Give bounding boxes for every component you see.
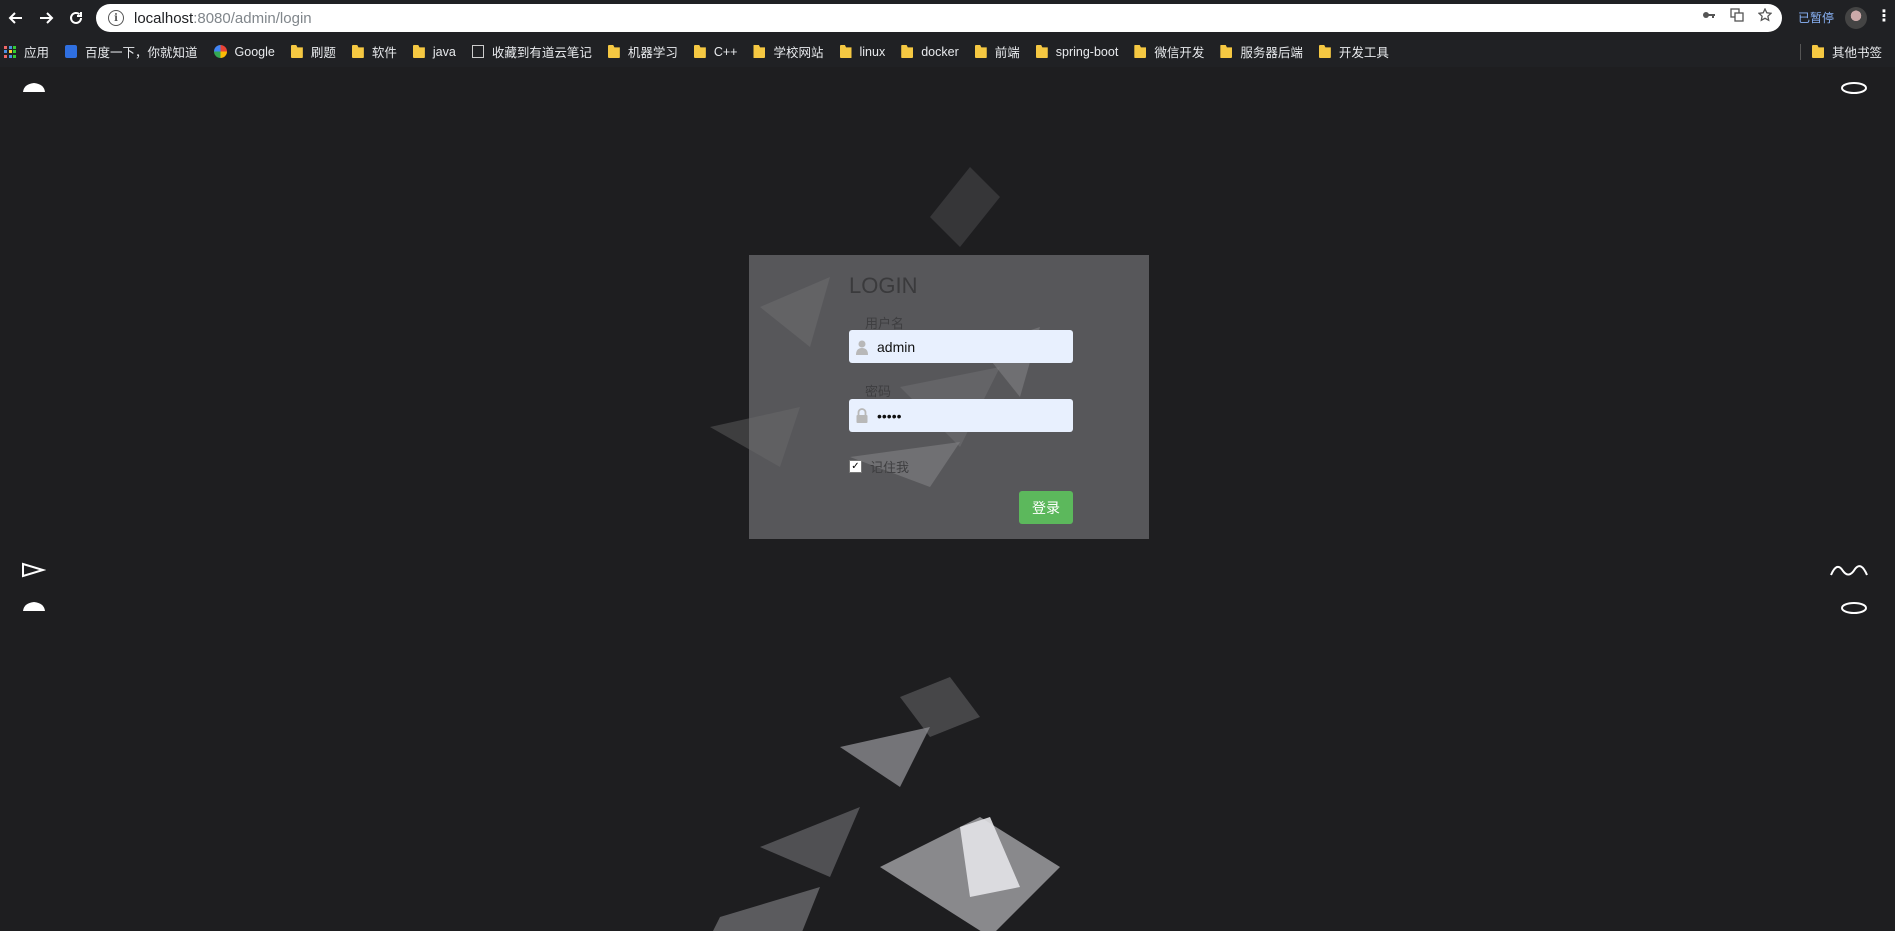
bookmark-label: 微信开发 — [1154, 46, 1205, 60]
bookmarks-divider — [1800, 44, 1801, 60]
page-background: LOGIN 用户名 admin 密码 ••••• ✓ 记住我 登录 — [0, 67, 1895, 931]
bookmark-label: 前端 — [994, 46, 1020, 60]
bookmark-google[interactable]: Google — [213, 44, 275, 59]
back-arrow-icon[interactable] — [2, 4, 30, 32]
password-field[interactable]: ••••• — [849, 399, 1073, 432]
bookmark-folder[interactable]: 软件 — [351, 42, 397, 61]
triangle-icon — [22, 562, 46, 578]
bookmark-folder[interactable]: 服务器后端 — [1220, 42, 1303, 61]
bookmark-label: C++ — [713, 44, 738, 59]
folder-icon — [1035, 45, 1048, 58]
google-icon — [213, 45, 227, 58]
bookmark-folder[interactable]: C++ — [693, 44, 738, 59]
bookmark-label: 开发工具 — [1338, 46, 1389, 60]
url-host: localhost — [134, 9, 194, 27]
login-title: LOGIN — [849, 273, 918, 298]
forward-arrow-icon[interactable] — [32, 4, 60, 32]
bookmark-label: spring-boot — [1055, 44, 1119, 59]
bookmark-folder[interactable]: linux — [839, 44, 886, 59]
bookmark-page[interactable]: 收藏到有道云笔记 — [471, 42, 592, 61]
cloud-icon — [23, 602, 45, 611]
crystal-shards-bottom — [713, 677, 1060, 931]
bookmark-label: 收藏到有道云笔记 — [491, 46, 592, 60]
bookmark-label: 服务器后端 — [1240, 46, 1303, 60]
bookmark-folder[interactable]: 学校网站 — [753, 42, 824, 61]
other-bookmarks[interactable]: 其他书签 — [1812, 36, 1882, 67]
page-icon — [471, 45, 484, 58]
password-value: ••••• — [877, 407, 902, 424]
folder-icon — [753, 45, 766, 58]
username-field[interactable]: admin — [849, 330, 1073, 363]
bookmark-label: java — [432, 44, 456, 59]
other-bookmarks-label: 其他书签 — [1832, 46, 1883, 60]
folder-icon — [974, 45, 987, 58]
folder-icon — [693, 45, 706, 58]
menu-dots-icon[interactable]: ⋮ — [1876, 6, 1892, 25]
lock-icon — [855, 407, 869, 424]
folder-icon — [607, 45, 620, 58]
bookmark-folder[interactable]: spring-boot — [1035, 44, 1119, 59]
bookmark-folder[interactable]: 前端 — [974, 42, 1020, 61]
bookmark-label: 软件 — [371, 46, 397, 60]
folder-icon — [1220, 45, 1233, 58]
wave-icon — [1830, 565, 1868, 576]
site-info-icon[interactable]: i — [108, 10, 124, 26]
url-text[interactable]: localhost:8080/admin/login — [134, 10, 312, 27]
remember-checkbox[interactable]: ✓ — [849, 460, 862, 473]
password-label: 密码 — [865, 385, 892, 400]
bookmark-label: 刷题 — [310, 46, 336, 60]
user-icon — [855, 339, 869, 355]
bookmark-folder[interactable]: 机器学习 — [607, 42, 678, 61]
ellipse-icon — [1841, 82, 1867, 94]
folder-icon — [1812, 45, 1824, 58]
star-icon[interactable] — [1757, 7, 1773, 26]
bookmark-label: 百度一下，你就知道 — [85, 46, 198, 60]
bookmark-label: docker — [921, 44, 959, 59]
bookmark-label: linux — [859, 44, 886, 59]
bookmark-baidu[interactable]: 百度一下，你就知道 — [65, 42, 198, 61]
profile-avatar[interactable] — [1845, 7, 1867, 29]
folder-icon — [351, 45, 364, 58]
remember-me[interactable]: ✓ 记住我 — [849, 457, 909, 476]
folder-icon — [1134, 45, 1147, 58]
bookmark-label: 机器学习 — [627, 46, 678, 60]
reload-icon[interactable] — [62, 4, 90, 32]
bookmark-folder[interactable]: java — [412, 44, 456, 59]
remember-label: 记住我 — [870, 461, 910, 476]
bookmark-folder[interactable]: 开发工具 — [1318, 42, 1389, 61]
sync-paused-label[interactable]: 已暂停 — [1798, 9, 1834, 26]
folder-icon — [901, 45, 914, 58]
login-button[interactable]: 登录 — [1019, 491, 1073, 524]
ellipse-icon — [1841, 602, 1867, 614]
bookmark-label: 应用 — [24, 46, 50, 60]
apps-icon — [4, 45, 16, 58]
cloud-icon — [23, 83, 45, 92]
bookmark-folder[interactable]: 刷题 — [290, 42, 336, 61]
browser-toolbar: i localhost:8080/admin/login 已暂停 ⋮ — [0, 0, 1895, 36]
key-icon[interactable] — [1702, 8, 1716, 26]
address-bar[interactable]: i localhost:8080/admin/login — [96, 4, 1782, 32]
url-path: :8080/admin/login — [193, 9, 312, 27]
username-value: admin — [877, 338, 916, 355]
bookmark-label: 学校网站 — [773, 46, 824, 60]
bookmarks-bar: 应用 百度一下，你就知道 Google 刷题 软件 java 收藏到有道云笔记 … — [0, 36, 1895, 68]
bookmark-label: Google — [234, 44, 275, 59]
baidu-icon — [65, 45, 78, 58]
bookmark-folder[interactable]: 微信开发 — [1134, 42, 1204, 61]
bookmark-folder[interactable]: docker — [901, 45, 959, 59]
folder-icon — [839, 45, 852, 58]
folder-icon — [412, 45, 425, 58]
folder-icon — [290, 45, 303, 58]
folder-icon — [1318, 45, 1331, 58]
translate-icon[interactable] — [1730, 8, 1744, 26]
login-panel: LOGIN 用户名 admin 密码 ••••• ✓ 记住我 登录 — [749, 255, 1149, 539]
bookmark-apps[interactable]: 应用 — [4, 42, 49, 61]
